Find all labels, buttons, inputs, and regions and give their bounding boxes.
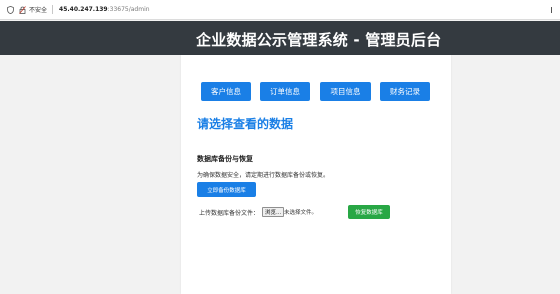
admin-panel-card: 客户信息 订单信息 项目信息 财务记录 请选择查看的数据 数据库备份与恢复 为确… bbox=[181, 55, 451, 294]
customer-info-button[interactable]: 客户信息 bbox=[201, 82, 251, 101]
lock-icon[interactable] bbox=[18, 5, 26, 14]
url-path: :33675/admin bbox=[107, 6, 150, 13]
url-host: 45.40.247.139 bbox=[59, 6, 108, 13]
text-caret bbox=[551, 7, 552, 13]
url-text[interactable]: 45.40.247.139:33675/admin bbox=[59, 6, 150, 13]
browser-address-bar[interactable]: 不安全 45.40.247.139:33675/admin bbox=[0, 0, 560, 20]
backup-description: 为确保数据安全，请定期进行数据库备份或恢复。 bbox=[197, 172, 330, 179]
shield-icon[interactable] bbox=[6, 5, 14, 14]
site-header: 企业数据公示管理系统 - 管理员后台 bbox=[0, 21, 560, 55]
backup-section-title: 数据库备份与恢复 bbox=[197, 155, 253, 163]
insecure-label: 不安全 bbox=[29, 7, 48, 14]
restore-database-button[interactable]: 恢复数据库 bbox=[348, 205, 390, 219]
project-info-button[interactable]: 项目信息 bbox=[320, 82, 371, 101]
upload-label: 上传数据库备份文件： bbox=[199, 210, 260, 217]
order-info-button[interactable]: 订单信息 bbox=[260, 82, 310, 101]
no-file-text: 未选择文件。 bbox=[284, 210, 318, 216]
choose-file-button[interactable]: 浏览... bbox=[262, 207, 285, 217]
finance-records-button[interactable]: 财务记录 bbox=[380, 82, 430, 101]
address-separator bbox=[52, 5, 54, 14]
backup-database-button[interactable]: 立即备份数据库 bbox=[197, 182, 256, 197]
section-heading: 请选择查看的数据 bbox=[197, 117, 294, 131]
page-title: 企业数据公示管理系统 - 管理员后台 bbox=[196, 31, 442, 49]
